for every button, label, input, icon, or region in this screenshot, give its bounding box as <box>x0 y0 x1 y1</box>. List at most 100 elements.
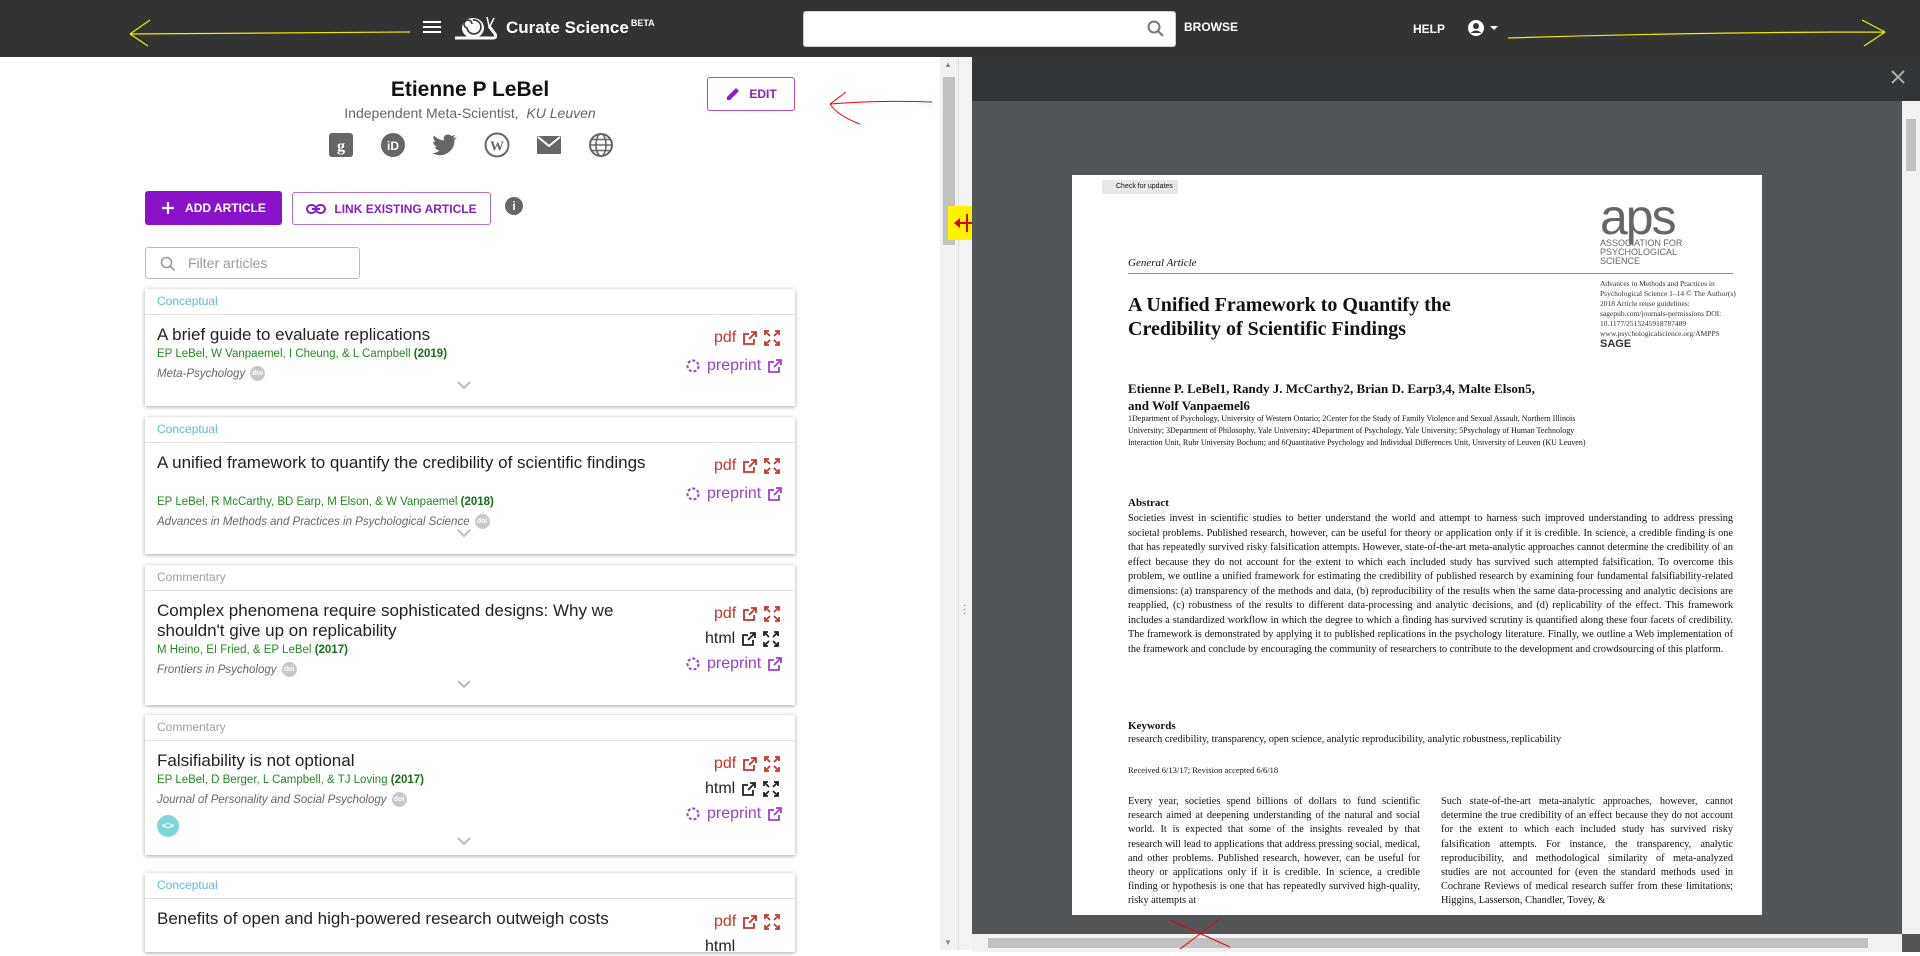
card-divider <box>145 740 795 741</box>
help-link[interactable]: HELP <box>1413 22 1445 36</box>
scrollbar-thumb[interactable] <box>1906 119 1916 171</box>
open-code-badge-icon[interactable]: <> <box>157 815 179 837</box>
email-icon[interactable] <box>536 132 562 158</box>
doi-icon[interactable]: doi <box>391 792 407 807</box>
wordpress-icon[interactable]: W <box>484 132 510 158</box>
hamburger-menu-icon[interactable] <box>421 18 443 38</box>
doi-icon[interactable]: doi <box>474 514 490 529</box>
left-panel-scrollbar[interactable]: ▲ ▼ <box>940 57 958 950</box>
fullscreen-icon[interactable] <box>764 458 781 474</box>
external-link-icon[interactable] <box>767 806 783 822</box>
scroll-down-arrow-icon[interactable]: ▼ <box>944 938 952 947</box>
body-column-left: Every year, societies spend billions of … <box>1128 796 1420 907</box>
article-title[interactable]: Falsifiability is not optional <box>157 751 657 771</box>
external-link-icon[interactable] <box>742 914 758 930</box>
journal-text: Meta-Psychology <box>157 367 246 380</box>
pdf-viewer: Check for updates aps ASSOCIATION FOR PS… <box>972 57 1920 952</box>
article-year: (2019) <box>413 348 448 360</box>
profile-affiliation: Independent Meta-Scientist, KU Leuven <box>0 105 940 121</box>
external-link-icon[interactable] <box>741 781 757 797</box>
doi-icon[interactable]: doi <box>250 366 266 381</box>
brand-name[interactable]: Curate Science BETA <box>506 18 655 38</box>
article-card: Commentary Falsifiability is not optiona… <box>145 715 795 855</box>
twitter-icon[interactable] <box>432 132 458 158</box>
pdf-link[interactable]: pdf <box>714 329 781 347</box>
body-column-right: Such state-of-the-art meta-analytic appr… <box>1441 796 1733 907</box>
scrollbar-thumb[interactable] <box>988 938 1868 948</box>
card-divider <box>145 590 795 591</box>
edit-profile-button[interactable]: EDIT <box>707 77 795 111</box>
article-card: Conceptual Benefits of open and high-pow… <box>145 873 795 955</box>
article-journal: Meta-Psychology doi <box>157 366 266 381</box>
fullscreen-icon[interactable] <box>764 330 781 346</box>
google-scholar-icon[interactable]: g <box>328 132 354 158</box>
splitter-grip-icon[interactable]: · · · <box>963 601 966 619</box>
meta-text: Advances in Methods and Practices in Psy… <box>1600 279 1736 338</box>
article-title[interactable]: A brief guide to evaluate replications <box>157 325 657 345</box>
profile-name: Etienne P LeBel <box>390 78 550 101</box>
external-link-icon[interactable] <box>767 486 783 502</box>
fullscreen-icon[interactable] <box>763 631 780 647</box>
viewer-horizontal-scrollbar[interactable] <box>972 934 1902 952</box>
link-existing-article-button[interactable]: LINK EXISTING ARTICLE <box>292 192 491 225</box>
preprint-link[interactable]: preprint <box>685 485 783 503</box>
preprint-link[interactable]: preprint <box>685 357 783 375</box>
html-link[interactable]: html <box>705 630 780 648</box>
brand-title[interactable]: Curate Science <box>506 18 629 37</box>
journal-text: Advances in Methods and Practices in Psy… <box>157 515 470 528</box>
external-link-icon[interactable] <box>742 458 758 474</box>
close-icon[interactable] <box>1890 69 1906 85</box>
add-article-button[interactable]: ADD ARTICLE <box>145 191 282 225</box>
check-for-updates-badge[interactable]: Check for updates <box>1102 180 1178 194</box>
aps-logo: aps <box>1600 189 1677 245</box>
chevron-down-icon[interactable] <box>456 379 472 391</box>
orcid-icon[interactable]: iD <box>380 132 406 158</box>
abstract-heading: Abstract <box>1128 497 1169 509</box>
chevron-down-icon[interactable] <box>456 678 472 690</box>
website-globe-icon[interactable] <box>588 132 614 158</box>
search-icon[interactable] <box>1147 20 1165 38</box>
panel-splitter[interactable] <box>958 57 972 950</box>
html-link[interactable]: html <box>705 938 735 956</box>
fullscreen-icon[interactable] <box>764 756 781 772</box>
chevron-down-icon[interactable] <box>456 527 472 539</box>
external-link-icon[interactable] <box>767 358 783 374</box>
fullscreen-icon[interactable] <box>764 914 781 930</box>
account-menu-icon[interactable] <box>1466 18 1506 38</box>
info-icon[interactable]: i <box>505 197 523 215</box>
journal-meta: Advances in Methods and Practices in Psy… <box>1600 279 1740 350</box>
pdf-link[interactable]: pdf <box>714 457 781 475</box>
svg-text:W: W <box>490 140 504 155</box>
fullscreen-icon[interactable] <box>764 606 781 622</box>
article-title[interactable]: Complex phenomena require sophisticated … <box>157 601 657 641</box>
preprint-icon <box>686 359 700 373</box>
browse-link[interactable]: BROWSE <box>1184 20 1238 34</box>
article-title[interactable]: A unified framework to quantify the cred… <box>157 453 657 473</box>
scroll-up-arrow-icon[interactable]: ▲ <box>944 60 952 69</box>
pdf-link[interactable]: pdf <box>714 755 781 773</box>
external-link-icon[interactable] <box>767 656 783 672</box>
pdf-link[interactable]: pdf <box>714 913 781 931</box>
article-card: Commentary Complex phenomena require sop… <box>145 565 795 705</box>
article-year: (2017) <box>314 644 348 656</box>
pdf-label: pdf <box>714 457 737 474</box>
article-title[interactable]: Benefits of open and high-powered resear… <box>157 909 657 929</box>
svg-text:g: g <box>337 138 345 155</box>
external-link-icon[interactable] <box>742 756 758 772</box>
filter-articles-input[interactable] <box>186 254 351 272</box>
chevron-down-icon[interactable] <box>456 835 472 847</box>
viewer-vertical-scrollbar[interactable] <box>1902 101 1920 934</box>
external-link-icon[interactable] <box>742 606 758 622</box>
preprint-link[interactable]: preprint <box>685 655 783 673</box>
doi-icon[interactable]: doi <box>281 662 297 677</box>
authors-text: M Heino, EI Fried, & EP LeBel <box>157 644 312 656</box>
html-link[interactable]: html <box>705 780 780 798</box>
fullscreen-icon[interactable] <box>763 781 780 797</box>
search-input[interactable] <box>804 12 1124 46</box>
external-link-icon[interactable] <box>741 631 757 647</box>
external-link-icon[interactable] <box>742 330 758 346</box>
preprint-link[interactable]: preprint <box>685 805 783 823</box>
authors-text: EP LeBel, R McCarthy, BD Earp, M Elson, … <box>157 496 458 508</box>
snail-logo-icon[interactable] <box>453 14 497 40</box>
pdf-link[interactable]: pdf <box>714 605 781 623</box>
